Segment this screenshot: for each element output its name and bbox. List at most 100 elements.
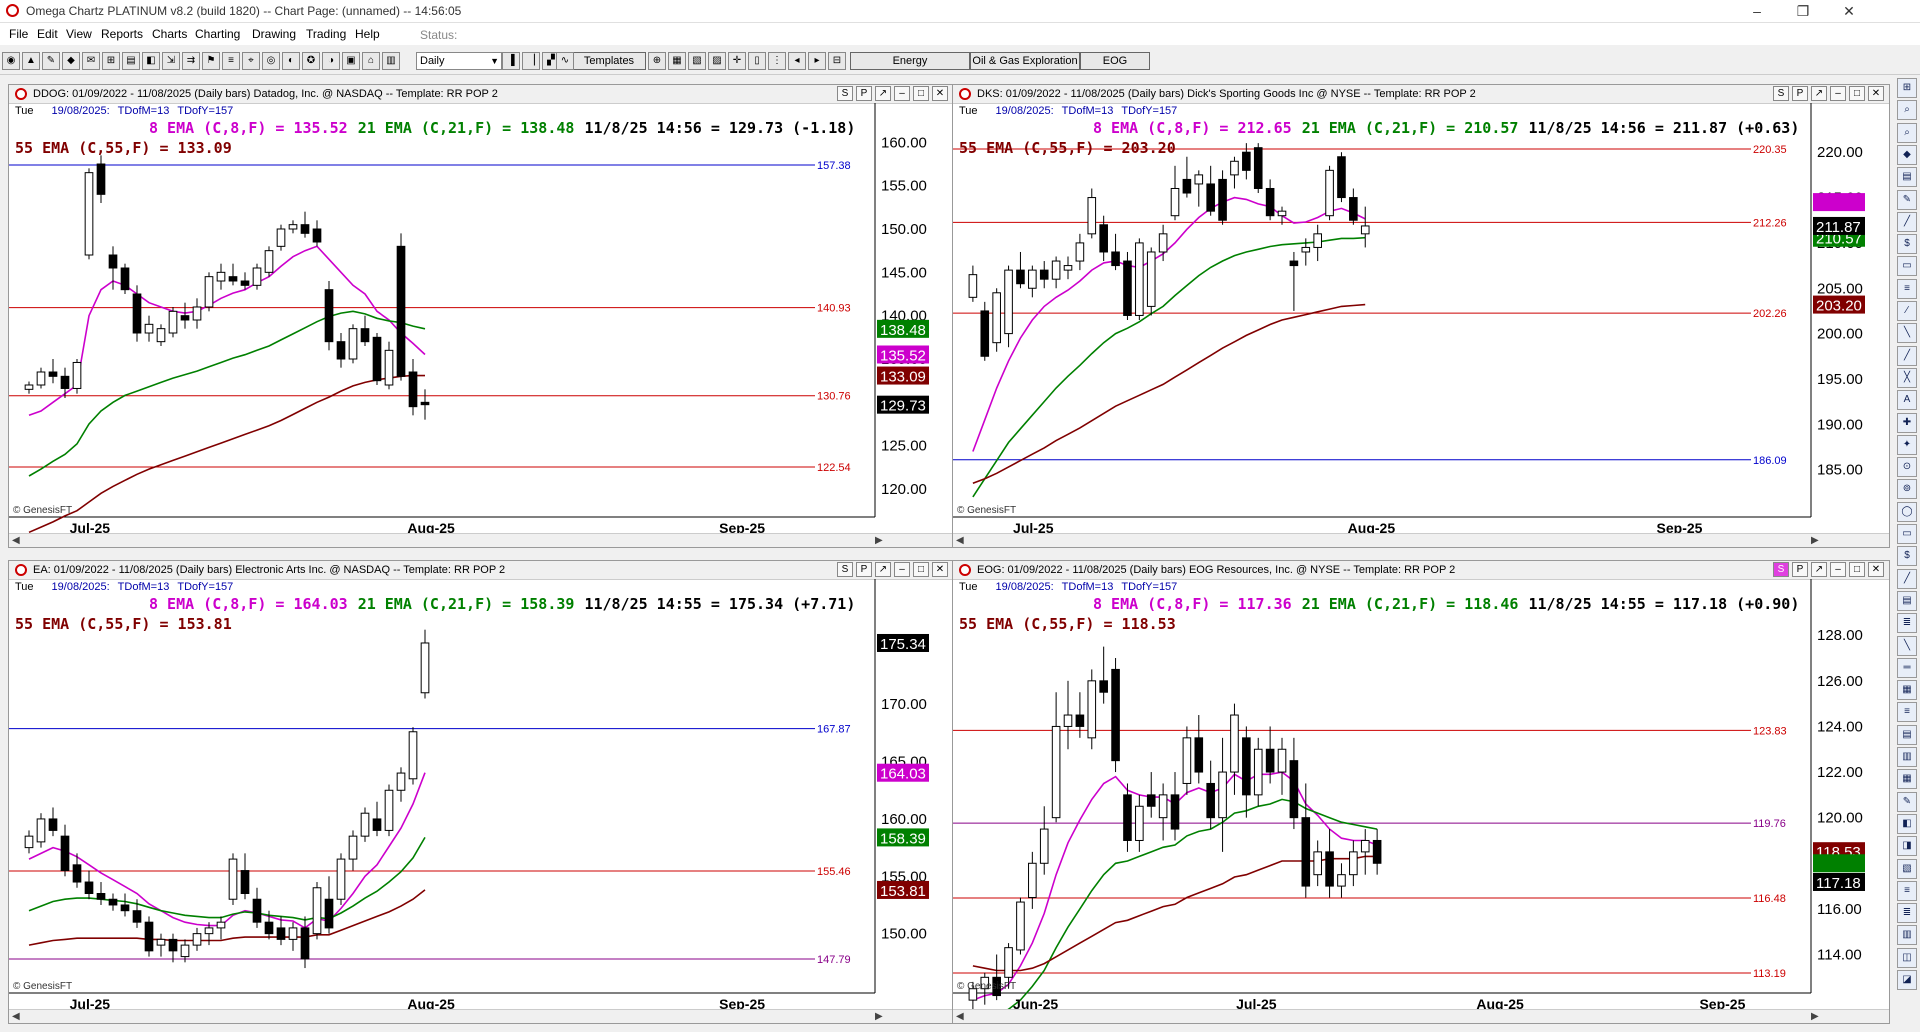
drawing-tool-icon[interactable]: ⊞: [1897, 78, 1917, 98]
menu-help[interactable]: Help: [355, 27, 380, 41]
drawing-tool-icon[interactable]: ╱: [1897, 345, 1917, 366]
drawing-tool-icon[interactable]: ▥: [1897, 747, 1917, 767]
drawing-tool-icon[interactable]: ≣: [1897, 903, 1917, 924]
drawing-tool-icon[interactable]: ≡: [1897, 880, 1917, 901]
horizontal-scrollbar[interactable]: ◀ ▶: [9, 1009, 953, 1023]
panel-maximize-button[interactable]: □: [913, 86, 929, 101]
toolbar-tool-icon[interactable]: ▧: [688, 52, 706, 70]
toolbar-tool-icon[interactable]: ◆: [62, 52, 80, 70]
toolbar-tool-icon[interactable]: ✉: [82, 52, 100, 70]
menu-trading[interactable]: Trading: [306, 27, 346, 41]
toolbar-tool-icon[interactable]: ▣: [342, 52, 360, 70]
templates-button[interactable]: Templates: [572, 52, 646, 70]
toolbar-tool-icon[interactable]: ⌖: [242, 52, 260, 70]
panel-maximize-button[interactable]: □: [1849, 86, 1865, 101]
toolbar-tool-icon[interactable]: ▤: [122, 52, 140, 70]
panel-close-button[interactable]: ✕: [1868, 562, 1884, 577]
menu-charts[interactable]: Charts: [152, 27, 187, 41]
drawing-tool-icon[interactable]: $: [1897, 546, 1917, 567]
scroll-right-icon[interactable]: ▶: [875, 535, 883, 546]
drawing-tool-icon[interactable]: ≡: [1897, 278, 1917, 299]
toolbar-tool-icon[interactable]: ▕: [522, 52, 540, 70]
panel-minimize-button[interactable]: –: [1830, 86, 1846, 101]
minimize-button[interactable]: –: [1734, 0, 1780, 22]
toolbar-tool-icon[interactable]: ▐: [502, 52, 520, 70]
toolbar-tool-icon[interactable]: ▦: [668, 52, 686, 70]
toolbar-tool-icon[interactable]: ⌂: [362, 52, 380, 70]
toolbar-tool-icon[interactable]: ▥: [382, 52, 400, 70]
scale-button[interactable]: S: [1773, 562, 1789, 577]
toolbar-tool-icon[interactable]: ⇉: [182, 52, 200, 70]
drawing-tool-icon[interactable]: ╲: [1897, 323, 1917, 344]
drawing-tool-icon[interactable]: ▧: [1897, 858, 1917, 879]
drawing-tool-icon[interactable]: ∕: [1897, 301, 1917, 321]
scroll-left-icon[interactable]: ◀: [12, 535, 20, 546]
print-button[interactable]: P: [1792, 562, 1808, 577]
chart-panel-dks[interactable]: DKS: 01/09/2022 - 11/08/2025 (Daily bars…: [952, 84, 1890, 548]
popout-icon[interactable]: ↗: [1811, 86, 1827, 101]
chart-panel-eog[interactable]: EOG: 01/09/2022 - 11/08/2025 (Daily bars…: [952, 560, 1890, 1024]
panel-minimize-button[interactable]: –: [894, 562, 910, 577]
drawing-tool-icon[interactable]: ◪: [1897, 970, 1917, 990]
popout-icon[interactable]: ↗: [1811, 562, 1827, 577]
drawing-tool-icon[interactable]: ╳: [1897, 367, 1917, 388]
scale-button[interactable]: S: [1773, 86, 1789, 101]
drawing-tool-icon[interactable]: ✎: [1897, 189, 1917, 210]
drawing-tool-icon[interactable]: ╲: [1897, 635, 1917, 656]
drawing-tool-icon[interactable]: ⊙: [1897, 457, 1917, 478]
drawing-tool-icon[interactable]: ⊚: [1897, 479, 1917, 500]
drawing-tool-icon[interactable]: ◆: [1897, 144, 1917, 165]
toolbar-tool-icon[interactable]: ▸: [808, 52, 826, 70]
toolbar-tool-icon[interactable]: ✛: [728, 52, 746, 70]
toolbar-tool-icon[interactable]: ✪: [302, 52, 320, 70]
panel-maximize-button[interactable]: □: [913, 562, 929, 577]
toolbar-tool-icon[interactable]: ∿: [556, 52, 574, 70]
print-button[interactable]: P: [1792, 86, 1808, 101]
drawing-tool-icon[interactable]: $: [1897, 234, 1917, 255]
close-button[interactable]: ✕: [1826, 0, 1872, 22]
drawing-tool-icon[interactable]: ✚: [1897, 412, 1917, 433]
toolbar-tool-icon[interactable]: ✎: [42, 52, 60, 70]
sector-energy-button[interactable]: Energy: [850, 52, 970, 70]
horizontal-scrollbar[interactable]: ◀ ▶: [9, 533, 953, 547]
toolbar-tool-icon[interactable]: ◑: [322, 52, 340, 70]
drawing-tool-icon[interactable]: ⌕: [1897, 100, 1917, 121]
toolbar-tool-icon[interactable]: ≡: [222, 52, 240, 70]
symbol-eog-button[interactable]: EOG: [1080, 52, 1150, 70]
restore-button[interactable]: ❐: [1780, 0, 1826, 22]
toolbar-tool-icon[interactable]: ◧: [142, 52, 160, 70]
drawing-tool-icon[interactable]: ▭: [1897, 256, 1917, 277]
scroll-left-icon[interactable]: ◀: [12, 1011, 20, 1022]
drawing-tool-icon[interactable]: ⌕: [1897, 122, 1917, 143]
scroll-right-icon[interactable]: ▶: [1811, 1011, 1819, 1022]
toolbar-tool-icon[interactable]: ⚑: [202, 52, 220, 70]
drawing-tool-icon[interactable]: ▦: [1897, 769, 1917, 790]
scroll-right-icon[interactable]: ▶: [875, 1011, 883, 1022]
toolbar-tool-icon[interactable]: ◂: [788, 52, 806, 70]
drawing-tool-icon[interactable]: ◫: [1897, 947, 1917, 968]
drawing-tool-icon[interactable]: ╱: [1897, 568, 1917, 589]
scroll-left-icon[interactable]: ◀: [956, 1011, 964, 1022]
popout-icon[interactable]: ↗: [875, 86, 891, 101]
drawing-tool-icon[interactable]: ▤: [1897, 167, 1917, 188]
popout-icon[interactable]: ↗: [875, 562, 891, 577]
drawing-tool-icon[interactable]: ▭: [1897, 524, 1917, 544]
drawing-tool-icon[interactable]: ≡: [1897, 702, 1917, 723]
drawing-tool-icon[interactable]: ▤: [1897, 724, 1917, 745]
drawing-tool-icon[interactable]: Α: [1897, 390, 1917, 411]
menu-edit[interactable]: Edit: [37, 27, 58, 41]
scale-button[interactable]: S: [837, 562, 853, 577]
panel-maximize-button[interactable]: □: [1849, 562, 1865, 577]
print-button[interactable]: P: [856, 86, 872, 101]
drawing-tool-icon[interactable]: ▥: [1897, 925, 1917, 946]
panel-close-button[interactable]: ✕: [1868, 86, 1884, 101]
horizontal-scrollbar[interactable]: ◀ ▶: [953, 533, 1889, 547]
toolbar-tool-icon[interactable]: ◉: [2, 52, 20, 70]
drawing-tool-icon[interactable]: ◧: [1897, 813, 1917, 834]
drawing-tool-icon[interactable]: ═: [1897, 657, 1917, 678]
toolbar-tool-icon[interactable]: ◎: [262, 52, 280, 70]
drawing-tool-icon[interactable]: ◯: [1897, 501, 1917, 522]
drawing-tool-icon[interactable]: ◨: [1897, 836, 1917, 857]
drawing-tool-icon[interactable]: ╱: [1897, 211, 1917, 232]
panel-close-button[interactable]: ✕: [932, 562, 948, 577]
